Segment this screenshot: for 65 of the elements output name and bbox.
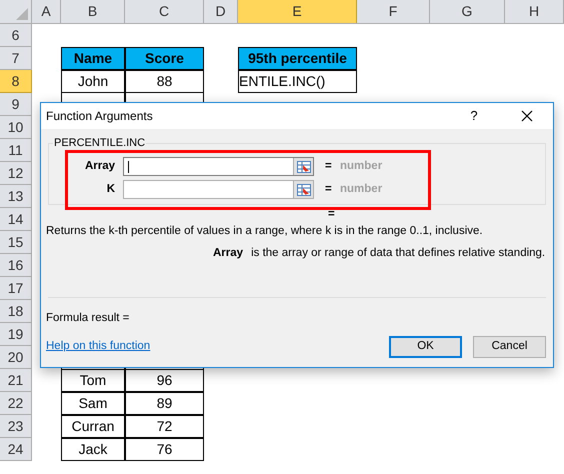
row-header[interactable]: 6 bbox=[0, 24, 32, 47]
column-header[interactable]: E bbox=[238, 0, 357, 23]
argument-value: number bbox=[340, 182, 382, 197]
table-cell: Jack bbox=[61, 438, 125, 461]
row-header[interactable]: 13 bbox=[0, 185, 32, 208]
row-header[interactable]: 12 bbox=[0, 162, 32, 185]
row-header[interactable]: 8 bbox=[0, 70, 32, 93]
table-cell: 88 bbox=[125, 70, 204, 93]
row-header[interactable]: 7 bbox=[0, 47, 32, 70]
row-header[interactable]: 9 bbox=[0, 93, 32, 116]
text-cursor bbox=[128, 160, 129, 172]
row-header[interactable]: 24 bbox=[0, 438, 32, 461]
column-header[interactable]: H bbox=[505, 0, 564, 23]
table-cell: 76 bbox=[125, 438, 204, 461]
window-title: Function Arguments bbox=[46, 108, 153, 125]
argument-label: Array bbox=[84, 158, 115, 174]
table-cell: Sam bbox=[61, 392, 125, 415]
row-header[interactable]: 15 bbox=[0, 231, 32, 254]
argument-help-text: is the array or range of data that defines relative standing. bbox=[251, 246, 546, 261]
row-header[interactable]: 19 bbox=[0, 323, 32, 346]
dialog-button[interactable]: Cancel bbox=[473, 336, 546, 358]
table-cell: ENTILE.INC() bbox=[238, 70, 357, 93]
range-select-icon bbox=[296, 160, 310, 172]
row-header[interactable]: 22 bbox=[0, 392, 32, 415]
formula-result: Formula result = bbox=[46, 311, 130, 326]
column-header[interactable]: A bbox=[32, 0, 61, 23]
argument-label: K bbox=[106, 182, 115, 197]
collapse-button[interactable] bbox=[293, 158, 313, 175]
row-header[interactable]: 10 bbox=[0, 116, 32, 139]
row-header[interactable]: 16 bbox=[0, 254, 32, 277]
table-cell: 72 bbox=[125, 415, 204, 438]
column-heading-cell: Name bbox=[61, 47, 125, 70]
table-cell: Tom bbox=[61, 369, 125, 392]
range-select-icon bbox=[296, 184, 310, 196]
dialog-button[interactable]: OK bbox=[389, 336, 462, 358]
argument-help-name: Array bbox=[213, 246, 244, 261]
table-cell: Curran bbox=[61, 415, 125, 438]
function-description: Returns the k-th percentile of values in a range, where k is in the range 0..1, inclusive. bbox=[46, 224, 484, 239]
help-link[interactable]: Help on this function bbox=[46, 338, 150, 356]
row-header[interactable]: 21 bbox=[0, 369, 32, 392]
column-header[interactable]: B bbox=[61, 0, 125, 23]
row-header[interactable]: 20 bbox=[0, 346, 32, 369]
row-header[interactable]: 14 bbox=[0, 208, 32, 231]
argument-field[interactable] bbox=[123, 157, 314, 176]
row-header[interactable]: 17 bbox=[0, 277, 32, 300]
column-header[interactable]: F bbox=[357, 0, 430, 23]
argument-field[interactable] bbox=[123, 180, 314, 199]
column-header[interactable]: C bbox=[125, 0, 204, 23]
column-heading-cell: 95th percentile bbox=[238, 47, 357, 70]
equals-sign: = bbox=[325, 158, 333, 174]
corner-triangle-icon bbox=[16, 8, 28, 20]
column-header[interactable]: G bbox=[430, 0, 505, 23]
row-header[interactable]: 18 bbox=[0, 300, 32, 323]
row-header[interactable]: 11 bbox=[0, 139, 32, 162]
result-equals-sign: = bbox=[328, 208, 335, 221]
table-cell: 96 bbox=[125, 369, 204, 392]
table-cell: 89 bbox=[125, 392, 204, 415]
equals-sign: = bbox=[325, 182, 333, 197]
close-icon bbox=[521, 110, 533, 122]
table-cell: John bbox=[61, 70, 125, 93]
collapse-button[interactable] bbox=[293, 181, 313, 198]
help-button[interactable]: ? bbox=[463, 106, 485, 126]
row-header[interactable]: 23 bbox=[0, 415, 32, 438]
argument-value: number bbox=[340, 158, 382, 174]
column-heading-cell: Score bbox=[125, 47, 204, 70]
